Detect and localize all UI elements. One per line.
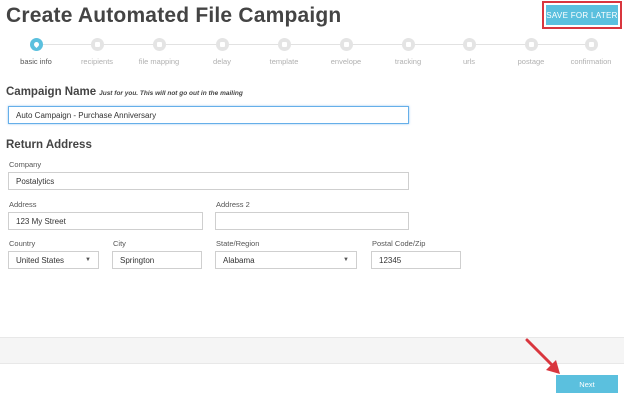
zip-input[interactable]: 12345 — [371, 251, 461, 269]
country-label: Country — [9, 239, 36, 248]
step-label: urls — [462, 57, 476, 66]
target-icon — [401, 38, 415, 51]
users-icon — [90, 38, 104, 51]
link-icon — [462, 38, 476, 51]
zip-label: Postal Code/Zip — [372, 239, 426, 248]
pointer-arrow-annotation — [525, 338, 560, 374]
step-postage[interactable]: postage — [501, 36, 561, 66]
step-template[interactable]: template — [254, 36, 314, 66]
address-label: Address — [9, 200, 37, 209]
file-icon — [152, 38, 166, 51]
step-label: file mapping — [138, 57, 180, 66]
step-recipients[interactable]: recipients — [67, 36, 127, 66]
address-input[interactable]: 123 My Street — [8, 212, 203, 230]
clock-icon — [215, 38, 229, 51]
campaign-name-title: Campaign Name — [6, 86, 97, 98]
step-envelope[interactable]: envelope — [316, 36, 376, 66]
city-input[interactable]: Springton — [112, 251, 202, 269]
campaign-name-input[interactable]: Auto Campaign - Purchase Anniversary — [8, 106, 409, 124]
step-file-mapping[interactable]: file mapping — [129, 36, 189, 66]
step-basic-info[interactable]: basic info — [6, 36, 66, 66]
address2-input[interactable] — [215, 212, 409, 230]
city-label: City — [113, 239, 126, 248]
step-urls[interactable]: urls — [439, 36, 499, 66]
country-select[interactable]: United States ▼ — [8, 251, 99, 269]
page-title: Create Automated File Campaign — [6, 4, 342, 27]
campaign-name-heading: Campaign Name Just for you. This will not… — [6, 86, 243, 98]
step-label: basic info — [20, 57, 52, 66]
step-label: template — [269, 57, 299, 66]
step-label: recipients — [80, 57, 114, 66]
step-label: confirmation — [570, 57, 612, 66]
check-icon — [584, 38, 598, 51]
step-tracking[interactable]: tracking — [378, 36, 438, 66]
state-label: State/Region — [216, 239, 260, 248]
campaign-name-hint: Just for you. This will not go out in th… — [99, 90, 243, 97]
country-select-value: United States — [16, 255, 65, 265]
step-label: tracking — [394, 57, 422, 66]
return-address-heading: Return Address — [6, 139, 92, 151]
template-icon — [277, 38, 291, 51]
step-label: postage — [517, 57, 545, 66]
step-delay[interactable]: delay — [192, 36, 252, 66]
address2-label: Address 2 — [216, 200, 250, 209]
stamp-icon — [524, 38, 538, 51]
step-label: delay — [213, 57, 231, 66]
state-select[interactable]: Alabama ▼ — [215, 251, 357, 269]
chevron-down-icon: ▼ — [343, 257, 349, 263]
chevron-down-icon: ▼ — [85, 257, 91, 263]
state-select-value: Alabama — [223, 255, 255, 265]
save-highlight-box: SAVE FOR LATER — [542, 1, 622, 29]
progress-stepper: basic info recipients file mapping delay… — [0, 36, 624, 70]
step-confirmation[interactable]: confirmation — [561, 36, 621, 66]
envelope-icon — [339, 38, 353, 51]
next-button[interactable]: Next — [556, 375, 618, 393]
company-label: Company — [9, 160, 42, 169]
step-label: envelope — [330, 57, 362, 66]
drop-icon — [29, 38, 43, 51]
company-input[interactable]: Postalytics — [8, 172, 409, 190]
save-for-later-button[interactable]: SAVE FOR LATER — [546, 5, 618, 25]
